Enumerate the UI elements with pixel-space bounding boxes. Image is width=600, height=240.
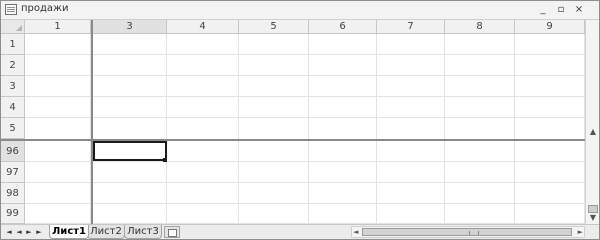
row-line [25, 75, 585, 76]
active-cell[interactable] [93, 141, 167, 161]
row-header-selected[interactable]: 96 [1, 141, 25, 162]
row-header[interactable]: 98 [1, 183, 25, 204]
close-button[interactable]: × [571, 2, 587, 17]
horizontal-scrollbar[interactable]: ◄ ► [351, 226, 585, 238]
column-header[interactable]: 6 [309, 20, 377, 34]
insert-sheet-icon[interactable] [164, 226, 180, 238]
scroll-right-icon[interactable]: ► [578, 227, 583, 237]
column-header[interactable]: 5 [239, 20, 309, 34]
scroll-left-icon[interactable]: ◄ [353, 227, 358, 237]
fill-handle[interactable] [163, 158, 167, 162]
scroll-up-icon[interactable]: ▲ [587, 126, 599, 138]
select-all-button[interactable] [1, 20, 25, 34]
prev-sheet-icon[interactable]: ◄ [14, 227, 24, 237]
sheet-tab-3[interactable]: Лист3 [124, 225, 162, 239]
scroll-down-icon[interactable]: ▼ [587, 212, 599, 224]
grid-column[interactable] [377, 34, 445, 224]
horizontal-scroll-thumb[interactable] [362, 228, 572, 236]
row-header[interactable]: 97 [1, 162, 25, 183]
row-line [25, 96, 585, 97]
column-header[interactable]: 7 [377, 20, 445, 34]
minimize-button[interactable]: _ [535, 2, 551, 17]
row-header[interactable]: 3 [1, 76, 25, 97]
vertical-split-bar[interactable] [91, 20, 93, 224]
grid-column[interactable] [515, 34, 585, 224]
sheet-grid[interactable]: 1 3 4 5 6 7 8 9 1 2 3 4 5 96 97 98 99 [1, 20, 599, 224]
grid-column[interactable] [445, 34, 515, 224]
row-header[interactable]: 5 [1, 118, 25, 139]
grid-column[interactable] [167, 34, 239, 224]
row-line [25, 203, 585, 204]
last-sheet-icon[interactable]: ► [34, 227, 44, 237]
grid-column[interactable] [93, 34, 167, 224]
column-header-selected[interactable]: 3 [93, 20, 167, 34]
column-header[interactable]: 1 [25, 20, 91, 34]
grid-column[interactable] [309, 34, 377, 224]
grip-icon [469, 231, 479, 235]
row-header[interactable]: 2 [1, 55, 25, 76]
grid-column[interactable] [25, 34, 91, 224]
column-header[interactable]: 9 [515, 20, 585, 34]
sheet-tab-1[interactable]: Лист1 [49, 225, 89, 239]
restore-button[interactable]: ▫ [553, 2, 569, 17]
row-line [25, 54, 585, 55]
grid-column[interactable] [239, 34, 309, 224]
row-header[interactable]: 1 [1, 34, 25, 55]
workbook-window: продажи _ ▫ × 1 3 4 5 6 7 8 9 1 2 3 4 5 … [0, 0, 600, 240]
row-header[interactable]: 99 [1, 204, 25, 224]
next-sheet-icon[interactable]: ► [24, 227, 34, 237]
first-sheet-icon[interactable]: ◄ [4, 227, 14, 237]
row-line [25, 161, 585, 162]
sheet-tab-bar: ◄ ◄ ► ► Лист1 Лист2 Лист3 ◄ ► [1, 224, 599, 239]
column-header[interactable]: 4 [167, 20, 239, 34]
column-header[interactable]: 8 [445, 20, 515, 34]
title-bar[interactable]: продажи _ ▫ × [1, 1, 599, 20]
sheet-tab-2[interactable]: Лист2 [87, 225, 125, 239]
row-header[interactable]: 4 [1, 97, 25, 118]
vertical-scrollbar[interactable]: ▲ ▼ [585, 20, 599, 224]
workbook-icon[interactable] [5, 4, 17, 15]
window-title: продажи [21, 3, 69, 14]
row-line [25, 182, 585, 183]
row-line [25, 117, 585, 118]
